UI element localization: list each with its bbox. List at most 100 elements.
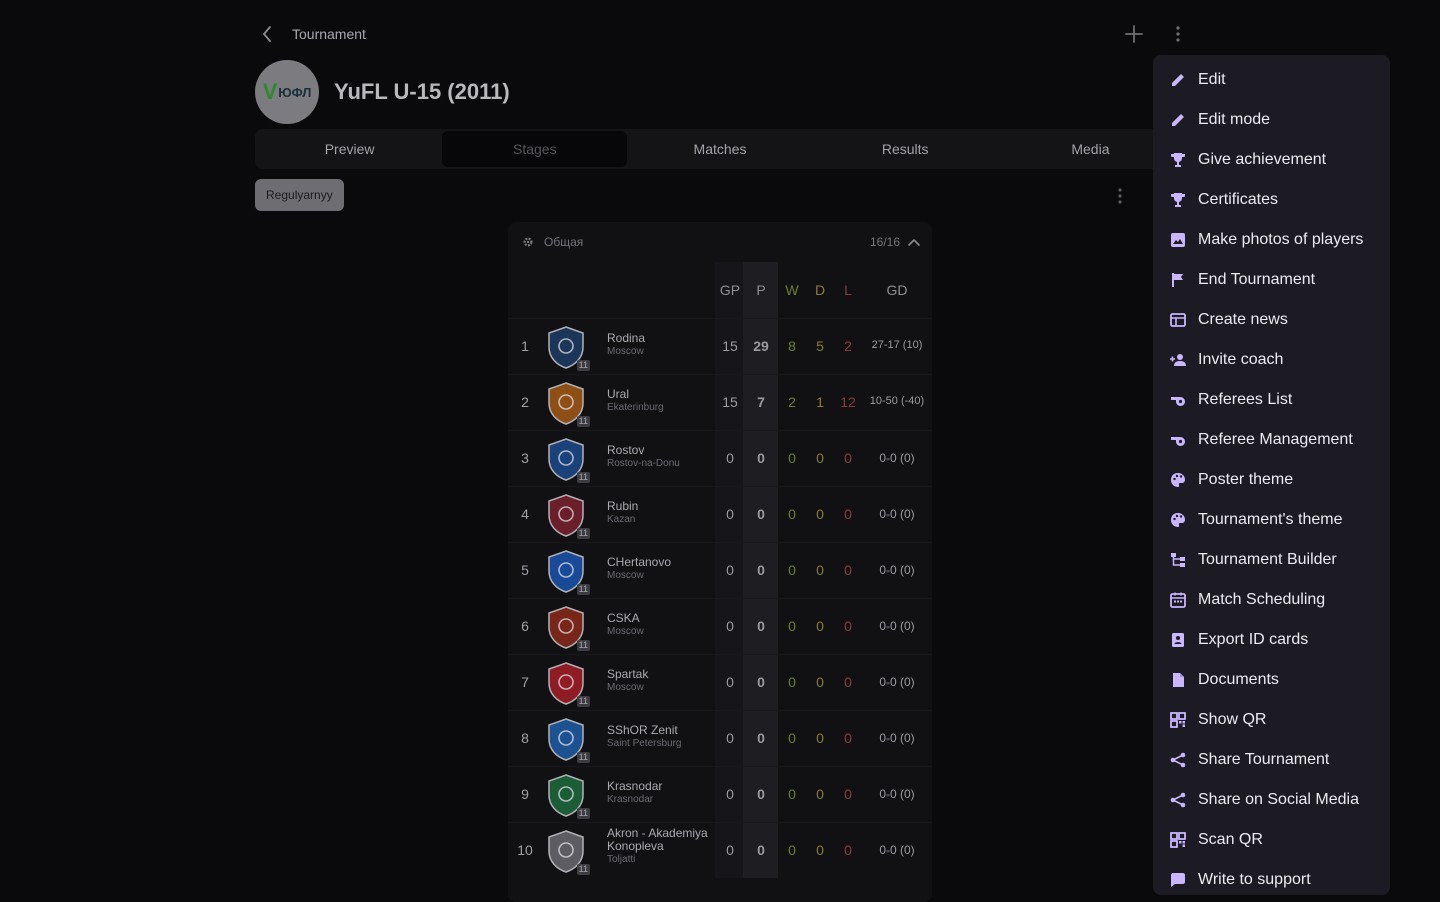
cell-goal-diff: 0-0 (0) bbox=[879, 843, 915, 857]
team-name[interactable]: Spartak bbox=[607, 667, 648, 681]
cell-wins: 8 bbox=[788, 338, 796, 354]
cell-losses: 0 bbox=[844, 562, 852, 578]
menu-item-make-photos-of-players[interactable]: Make photos of players bbox=[1153, 220, 1390, 260]
menu-item-scan-qr[interactable]: Scan QR bbox=[1153, 820, 1390, 860]
menu-item-end-tournament[interactable]: End Tournament bbox=[1153, 260, 1390, 300]
tab-matches[interactable]: Matches bbox=[627, 131, 812, 167]
cell-goal-diff: 0-0 (0) bbox=[879, 563, 915, 577]
menu-item-label: Poster theme bbox=[1198, 471, 1294, 488]
menu-item-edit-mode[interactable]: Edit mode bbox=[1153, 100, 1390, 140]
whistle-icon bbox=[1169, 391, 1187, 409]
menu-item-label: Tournament's theme bbox=[1198, 511, 1343, 528]
menu-item-match-scheduling[interactable]: Match Scheduling bbox=[1153, 580, 1390, 620]
context-menu: Edit Edit mode Give achievement Certific… bbox=[1153, 55, 1390, 895]
cell-losses: 0 bbox=[844, 786, 852, 802]
stage-more-button[interactable] bbox=[1108, 184, 1132, 208]
group-name: Общая bbox=[544, 235, 584, 249]
menu-item-export-id-cards[interactable]: Export ID cards bbox=[1153, 620, 1390, 660]
menu-item-create-news[interactable]: Create news bbox=[1153, 300, 1390, 340]
stage-chip[interactable]: Regulyarnyy bbox=[255, 179, 344, 211]
menu-item-documents[interactable]: Documents bbox=[1153, 660, 1390, 700]
menu-item-referee-management[interactable]: Referee Management bbox=[1153, 420, 1390, 460]
team-crest: 11 bbox=[542, 435, 590, 483]
cell-points: 0 bbox=[757, 618, 765, 634]
menu-item-edit[interactable]: Edit bbox=[1153, 60, 1390, 100]
menu-item-label: Referees List bbox=[1198, 391, 1293, 408]
table-row[interactable]: 10 11 Akron - Akademiya Konopleva Toljat… bbox=[508, 822, 932, 878]
team-name[interactable]: Rubin bbox=[607, 499, 638, 513]
tree-icon bbox=[1169, 551, 1187, 569]
page: Tournament V ЮФЛ YuFL U-15 (2011) Previe… bbox=[0, 0, 1440, 902]
team-name[interactable]: Krasnodar bbox=[607, 779, 662, 793]
table-row[interactable]: 8 11 SShOR Zenit Saint Petersburg 0 0 0 … bbox=[508, 710, 932, 766]
table-body: 1 11 Rodina Moscow 15 29 8 5 2 27-17 (10… bbox=[508, 318, 932, 878]
table-row[interactable]: 6 11 CSKA Moscow 0 0 0 0 0 0-0 (0) bbox=[508, 598, 932, 654]
more-menu-button[interactable] bbox=[1166, 22, 1190, 46]
table-row[interactable]: 9 11 Krasnodar Krasnodar 0 0 0 0 0 0-0 (… bbox=[508, 766, 932, 822]
cell-draws: 1 bbox=[816, 394, 824, 410]
chevron-up-icon[interactable] bbox=[908, 238, 920, 246]
menu-item-tournament-builder[interactable]: Tournament Builder bbox=[1153, 540, 1390, 580]
cell-losses: 0 bbox=[844, 450, 852, 466]
cell-gp: 0 bbox=[726, 730, 734, 746]
table-row[interactable]: 2 11 Ural Ekaterinburg 15 7 2 1 12 10-50… bbox=[508, 374, 932, 430]
back-button[interactable] bbox=[255, 22, 279, 46]
team-city: Saint Petersburg bbox=[607, 738, 682, 749]
cell-goal-diff: 0-0 (0) bbox=[879, 787, 915, 801]
menu-item-share-tournament[interactable]: Share Tournament bbox=[1153, 740, 1390, 780]
header-p: P bbox=[756, 282, 766, 298]
cell-gp: 0 bbox=[726, 786, 734, 802]
menu-item-referees-list[interactable]: Referees List bbox=[1153, 380, 1390, 420]
menu-item-write-to-support[interactable]: Write to support bbox=[1153, 860, 1390, 900]
table-row[interactable]: 4 11 Rubin Kazan 0 0 0 0 0 0-0 (0) bbox=[508, 486, 932, 542]
menu-item-give-achievement[interactable]: Give achievement bbox=[1153, 140, 1390, 180]
menu-item-label: Share Tournament bbox=[1198, 751, 1330, 768]
table-row[interactable]: 5 11 CHertanovo Moscow 0 0 0 0 0 0-0 (0) bbox=[508, 542, 932, 598]
add-button[interactable] bbox=[1122, 22, 1146, 46]
cell-points: 7 bbox=[757, 394, 765, 410]
team-name[interactable]: CHertanovo bbox=[607, 555, 671, 569]
flag-icon bbox=[1169, 271, 1187, 289]
logo-text: ЮФЛ bbox=[278, 84, 312, 100]
menu-item-label: Invite coach bbox=[1198, 351, 1284, 368]
table-row[interactable]: 7 11 Spartak Moscow 0 0 0 0 0 0-0 (0) bbox=[508, 654, 932, 710]
menu-item-share-on-social-media[interactable]: Share on Social Media bbox=[1153, 780, 1390, 820]
table-row[interactable]: 1 11 Rodina Moscow 15 29 8 5 2 27-17 (10… bbox=[508, 318, 932, 374]
standings-card: Общая 16/16 GP P W D L GD 1 11 Rodina Mo… bbox=[508, 222, 932, 902]
team-name[interactable]: Rostov bbox=[607, 443, 644, 457]
tab-results[interactable]: Results bbox=[813, 131, 998, 167]
menu-item-label: Give achievement bbox=[1198, 151, 1327, 168]
menu-item-label: Referee Management bbox=[1198, 431, 1353, 448]
tab-stages[interactable]: Stages bbox=[442, 131, 628, 167]
menu-item-label: Scan QR bbox=[1198, 831, 1263, 848]
more-vertical-icon bbox=[1118, 188, 1122, 204]
team-name[interactable]: SShOR Zenit bbox=[607, 723, 678, 737]
team-name[interactable]: CSKA bbox=[607, 611, 640, 625]
tab-preview[interactable]: Preview bbox=[257, 131, 442, 167]
cell-wins: 0 bbox=[788, 674, 796, 690]
menu-item-show-qr[interactable]: Show QR bbox=[1153, 700, 1390, 740]
team-city: Moscow bbox=[607, 682, 644, 693]
menu-item-poster-theme[interactable]: Poster theme bbox=[1153, 460, 1390, 500]
menu-item-invite-coach[interactable]: Invite coach bbox=[1153, 340, 1390, 380]
cell-points: 0 bbox=[757, 842, 765, 858]
menu-item-label: End Tournament bbox=[1198, 271, 1316, 288]
tournament-title: YuFL U-15 (2011) bbox=[334, 79, 510, 104]
menu-item-label: Make photos of players bbox=[1198, 231, 1364, 248]
cell-losses: 0 bbox=[844, 506, 852, 522]
team-name[interactable]: Rodina bbox=[607, 331, 645, 345]
team-name[interactable]: Akron - Akademiya Konopleva bbox=[607, 826, 708, 853]
menu-item-label: Certificates bbox=[1198, 191, 1279, 208]
menu-item-certificates[interactable]: Certificates bbox=[1153, 180, 1390, 220]
pencil-icon bbox=[1169, 111, 1187, 129]
cell-gp: 0 bbox=[726, 842, 734, 858]
cell-gp: 0 bbox=[726, 618, 734, 634]
standings-group-header[interactable]: Общая 16/16 bbox=[508, 222, 932, 262]
menu-item-tournament-s-theme[interactable]: Tournament's theme bbox=[1153, 500, 1390, 540]
breadcrumb-title: Tournament bbox=[292, 26, 366, 42]
row-rank: 9 bbox=[521, 786, 529, 802]
table-row[interactable]: 3 11 Rostov Rostov-na-Donu 0 0 0 0 0 0-0… bbox=[508, 430, 932, 486]
cell-gp: 0 bbox=[726, 674, 734, 690]
team-name[interactable]: Ural bbox=[607, 387, 629, 401]
cell-draws: 0 bbox=[816, 730, 824, 746]
